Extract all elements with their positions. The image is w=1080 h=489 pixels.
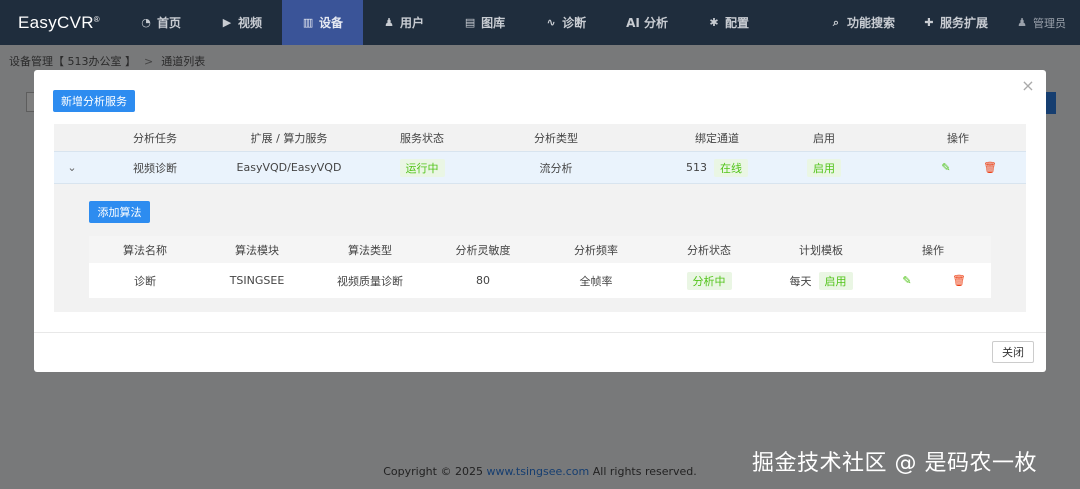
- task-name: 视频诊断: [133, 161, 177, 175]
- device-icon: ▥: [302, 16, 314, 29]
- plan-name: 每天: [789, 274, 812, 288]
- nav-item-home[interactable]: ◔ 首页: [120, 0, 201, 45]
- chevron-down-icon[interactable]: ⌄: [62, 152, 82, 183]
- nav-item-video[interactable]: ▶ 视频: [201, 0, 282, 45]
- add-analysis-service-button[interactable]: 新增分析服务: [53, 90, 135, 112]
- search-icon: ⌕: [832, 15, 840, 29]
- delete-icon[interactable]: 🗑: [980, 152, 1000, 183]
- nav-item-user[interactable]: ♟ 用户: [363, 0, 444, 45]
- gear-icon: ✱: [709, 16, 719, 29]
- header-algo-name: 算法名称: [123, 243, 167, 257]
- header-algo-module: 算法模块: [235, 243, 279, 257]
- nav-search[interactable]: ⌕ 功能搜索: [816, 0, 909, 45]
- nav-item-device[interactable]: ▥ 设备: [282, 0, 364, 45]
- enabled-badge: 启用: [807, 158, 841, 177]
- plan-status-badge: 启用: [818, 271, 853, 290]
- header-type: 分析类型: [534, 131, 578, 145]
- header-channel: 绑定通道: [695, 131, 739, 145]
- user-icon: ♟: [384, 16, 394, 29]
- channel-status-badge: 在线: [714, 158, 748, 177]
- header-algo-type: 算法类型: [348, 243, 392, 257]
- algorithm-table-header: 算法名称 算法模块 算法类型 分析灵敏度 分析频率 分析状态 计划模板 操作: [89, 236, 991, 263]
- pulse-icon: ∿: [546, 16, 556, 29]
- table-row: 诊断 TSINGSEE 视频质量诊断 80 全帧率 分析中 每天 启用 ✎ 🗑: [89, 263, 991, 298]
- nav-extension[interactable]: ✚ 服务扩展: [909, 0, 1002, 45]
- channel-id: 513: [686, 161, 707, 174]
- puzzle-icon: ✚: [924, 16, 934, 29]
- service-name: EasyVQD/EasyVQD: [236, 161, 342, 174]
- gallery-icon: ▤: [464, 16, 476, 29]
- header-algo-actions: 操作: [922, 243, 944, 257]
- delete-icon[interactable]: 🗑: [949, 263, 969, 298]
- service-table-header: 分析任务 扩展 / 算力服务 服务状态 分析类型 绑定通道 启用 操作: [54, 124, 1026, 151]
- nav-item-config[interactable]: ✱ 配置: [688, 0, 769, 45]
- dashboard-icon: ◔: [141, 16, 151, 29]
- modal-footer-divider: [34, 332, 1046, 333]
- header-status: 服务状态: [400, 131, 444, 145]
- nav-user-menu[interactable]: ♟ 管理员: [1002, 0, 1080, 45]
- algo-frequency: 全帧率: [579, 274, 613, 288]
- close-icon[interactable]: ×: [1020, 78, 1036, 94]
- edit-icon[interactable]: ✎: [936, 152, 956, 183]
- status-badge: 运行中: [399, 158, 445, 177]
- header-plan: 计划模板: [799, 243, 843, 257]
- analysis-type: 流分析: [539, 161, 573, 175]
- algo-status-badge: 分析中: [686, 271, 732, 290]
- watermark: 掘金技术社区 @ 是码农一枚: [752, 451, 1037, 476]
- nav-item-gallery[interactable]: ▤ 图库: [444, 0, 525, 45]
- play-icon: ▶: [222, 16, 232, 29]
- algo-status: 分析中: [653, 263, 765, 298]
- bound-channel: 513 在线: [657, 152, 777, 183]
- table-row: ⌄ 视频诊断 EasyVQD/EasyVQD 运行中 流分析 513 在线 启用…: [54, 151, 1026, 184]
- close-button[interactable]: 关闭: [992, 341, 1034, 363]
- algorithm-table: 算法名称 算法模块 算法类型 分析灵敏度 分析频率 分析状态 计划模板 操作 诊…: [89, 236, 991, 298]
- nav-item-ai[interactable]: AI 分析: [606, 0, 688, 45]
- enabled-cell: 启用: [794, 152, 854, 183]
- service-status: 运行中: [372, 152, 472, 183]
- header-enabled: 启用: [813, 131, 835, 145]
- algo-plan: 每天 启用: [765, 263, 877, 298]
- expanded-row: 添加算法 算法名称 算法模块 算法类型 分析灵敏度 分析频率 分析状态 计划模板…: [54, 184, 1026, 312]
- edit-icon[interactable]: ✎: [897, 263, 917, 298]
- header-frequency: 分析频率: [574, 243, 618, 257]
- header-sensitivity: 分析灵敏度: [455, 243, 511, 257]
- header-task: 分析任务: [133, 131, 177, 145]
- logo[interactable]: EasyCVR®: [0, 13, 120, 33]
- algo-name: 诊断: [134, 274, 156, 288]
- algo-type: 视频质量诊断: [337, 274, 403, 288]
- header-algo-status: 分析状态: [687, 243, 731, 257]
- add-algorithm-button[interactable]: 添加算法: [89, 201, 150, 223]
- header-service: 扩展 / 算力服务: [250, 131, 328, 145]
- header-actions: 操作: [947, 131, 969, 145]
- nav-item-diagnose[interactable]: ∿ 诊断: [525, 0, 606, 45]
- user-icon: ♟: [1017, 16, 1027, 29]
- analysis-service-modal: × 新增分析服务 分析任务 扩展 / 算力服务 服务状态 分析类型 绑定通道 启…: [34, 70, 1046, 372]
- nav-right: ⌕ 功能搜索 ✚ 服务扩展 ♟ 管理员: [816, 0, 1080, 45]
- algo-sensitivity: 80: [476, 274, 490, 287]
- top-nav: EasyCVR® ◔ 首页 ▶ 视频 ▥ 设备 ♟ 用户 ▤ 图库 ∿ 诊断 AI 分析 ✱…: [0, 0, 1080, 45]
- service-table: 分析任务 扩展 / 算力服务 服务状态 分析类型 绑定通道 启用 操作 ⌄ 视频…: [54, 124, 1026, 312]
- algo-module: TSINGSEE: [229, 274, 285, 287]
